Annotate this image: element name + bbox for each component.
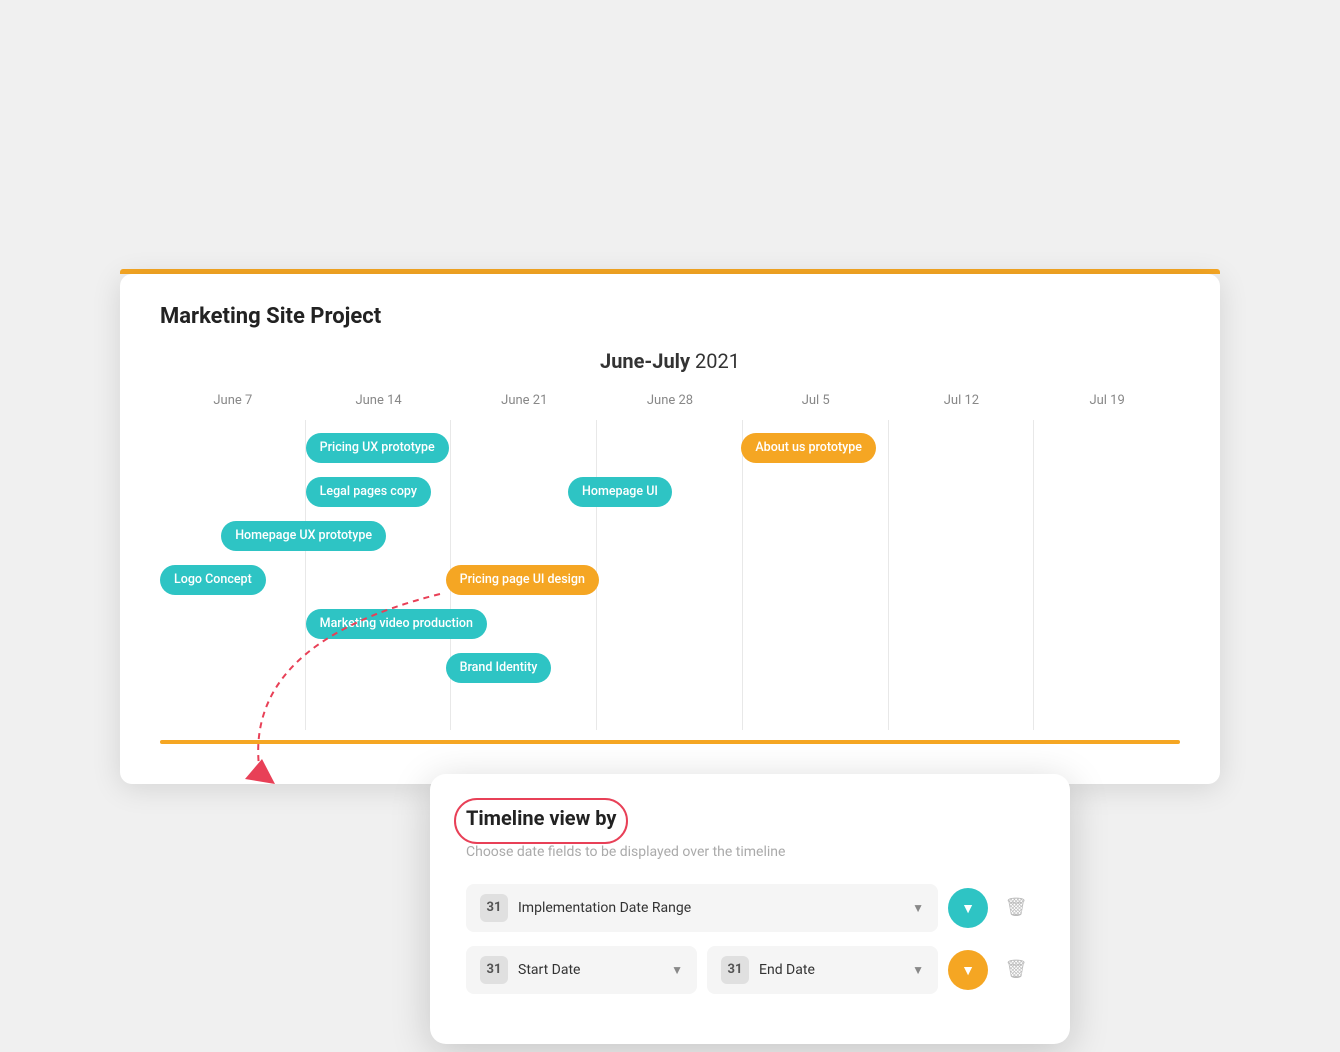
calendar-icon-1: 31 (480, 894, 508, 922)
bar-about-us[interactable]: About us prototype (741, 433, 1149, 463)
col-june28: June 28 (597, 393, 743, 408)
chevron-icon-3: ▼ (912, 963, 924, 977)
dropdown-implementation[interactable]: 31 Implementation Date Range ▼ (466, 884, 938, 932)
bar-label: About us prototype (741, 433, 876, 463)
bar-label: Brand Identity (446, 653, 552, 683)
chevron-icon-1: ▼ (912, 901, 924, 915)
trash-button-2[interactable]: 🗑 (998, 952, 1034, 988)
bar-homepage-ux[interactable]: Homepage UX prototype (221, 521, 629, 551)
bar-label: Legal pages copy (306, 477, 431, 507)
popup-subtitle: Choose date fields to be displayed over … (466, 844, 1034, 860)
chart-title-bold: June-July (600, 349, 690, 373)
col-jul12: Jul 12 (889, 393, 1035, 408)
popup-card: Timeline view by Choose date fields to b… (430, 774, 1070, 1044)
calendar-icon-3: 31 (721, 956, 749, 984)
bar-pricing-ux[interactable]: Pricing UX prototype (306, 433, 581, 463)
trash-icon-1: 🗑 (1005, 897, 1028, 918)
project-title: Marketing Site Project (160, 304, 1180, 329)
bar-marketing-video[interactable]: Marketing video production (306, 609, 877, 639)
bar-label: Homepage UX prototype (221, 521, 386, 551)
expand-button-teal[interactable]: ▼ (948, 888, 988, 928)
bar-label: Logo Concept (160, 565, 266, 595)
bar-homepage-ui[interactable]: Homepage UI (568, 477, 1149, 507)
gantt-grid: Pricing UX prototype About us prototype … (160, 420, 1180, 730)
chevron-down-icon: ▼ (961, 900, 975, 916)
chart-title: June-July 2021 (160, 349, 1180, 373)
calendar-icon-2: 31 (480, 956, 508, 984)
col-jul5: Jul 5 (743, 393, 889, 408)
table-row: Homepage UX prototype (160, 514, 1180, 558)
table-row: Legal pages copy Homepage UI (160, 470, 1180, 514)
page-wrapper: Marketing Site Project June-July 2021 Ju… (120, 269, 1220, 784)
field-label-end: End Date (759, 962, 902, 978)
gantt-card: Marketing Site Project June-July 2021 Ju… (120, 274, 1220, 784)
dropdown-end-date[interactable]: 31 End Date ▼ (707, 946, 938, 994)
col-june7: June 7 (160, 393, 306, 408)
field-label-start: Start Date (518, 962, 661, 978)
bar-legal[interactable]: Legal pages copy (306, 477, 500, 507)
dropdown-start-date[interactable]: 31 Start Date ▼ (466, 946, 697, 994)
field-label-implementation: Implementation Date Range (518, 900, 902, 916)
table-row: Pricing UX prototype About us prototype (160, 426, 1180, 470)
dropdown-row-1: 31 Implementation Date Range ▼ ▼ 🗑 (466, 884, 1034, 932)
popup-title: Timeline view by (466, 806, 616, 830)
dropdown-row-2: 31 Start Date ▼ 31 End Date ▼ ▼ 🗑 (466, 946, 1034, 994)
chevron-icon-2: ▼ (671, 963, 683, 977)
bar-label: Pricing page UI design (446, 565, 599, 595)
gantt-header: June 7 June 14 June 21 June 28 Jul 5 Jul… (160, 393, 1180, 408)
top-accent-bar (120, 269, 1220, 274)
table-row: Brand Identity (160, 646, 1180, 690)
col-june21: June 21 (451, 393, 597, 408)
bar-pricing-page[interactable]: Pricing page UI design (446, 565, 823, 595)
col-june14: June 14 (306, 393, 452, 408)
popup-title-area: Timeline view by (466, 806, 616, 836)
expand-button-orange[interactable]: ▼ (948, 950, 988, 990)
bar-label: Pricing UX prototype (306, 433, 449, 463)
gantt-rows: Pricing UX prototype About us prototype … (160, 420, 1180, 696)
col-jul19: Jul 19 (1034, 393, 1180, 408)
bar-logo[interactable]: Logo Concept (160, 565, 313, 595)
bar-label: Marketing video production (306, 609, 487, 639)
bar-label: Homepage UI (568, 477, 672, 507)
table-row: Marketing video production (160, 602, 1180, 646)
table-row: Logo Concept Pricing page UI design (160, 558, 1180, 602)
trash-button-1[interactable]: 🗑 (998, 890, 1034, 926)
chevron-down-icon-2: ▼ (961, 962, 975, 978)
gantt-bottom-bar (160, 740, 1180, 744)
bar-brand-identity[interactable]: Brand Identity (446, 653, 721, 683)
trash-icon-2: 🗑 (1005, 959, 1028, 980)
chart-title-year: 2021 (690, 349, 740, 373)
